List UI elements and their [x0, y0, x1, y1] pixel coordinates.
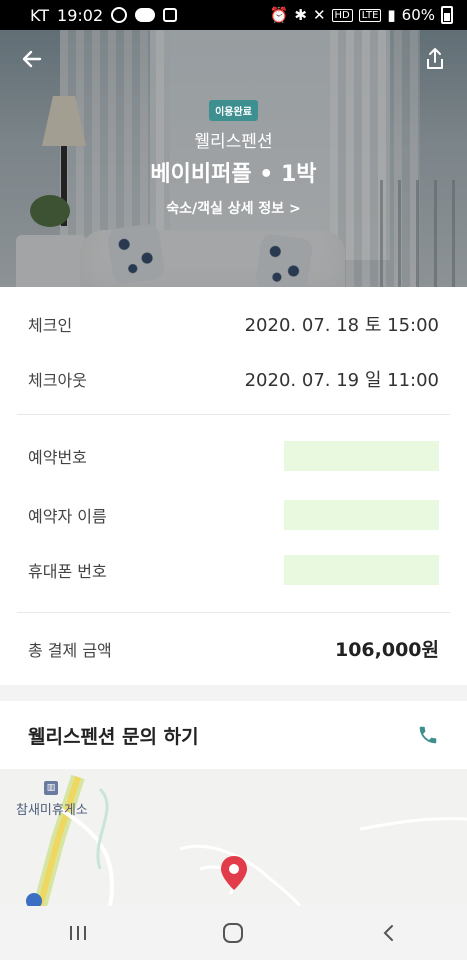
- back-nav-button[interactable]: [369, 913, 409, 953]
- home-icon: [223, 923, 244, 943]
- divider: [17, 612, 450, 613]
- chevron-left-icon: [383, 925, 394, 941]
- phone-label: 휴대폰 번호: [28, 562, 107, 581]
- hd-icon: HD: [331, 8, 353, 22]
- recent-apps-button[interactable]: [58, 913, 98, 953]
- inquiry-title: 웰리스펜션 문의 하기: [28, 725, 199, 748]
- clock-text: 19:02: [57, 5, 104, 25]
- gallery-icon: [163, 8, 178, 22]
- status-badge: 이용완료: [209, 100, 258, 121]
- map-poi-label: 참새미휴게소: [16, 803, 88, 818]
- total-payment-label: 총 결제 금액: [28, 640, 112, 660]
- arrow-left-icon: [22, 50, 42, 68]
- map-view[interactable]: ▥ 참새미휴게소: [0, 769, 467, 906]
- bus-stop-icon: [26, 893, 42, 906]
- divider: [17, 414, 450, 415]
- inquiry-row[interactable]: 웰리스펜션 문의 하기: [0, 701, 467, 769]
- checkin-label: 체크인: [28, 316, 73, 335]
- phone-row: 휴대폰 번호: [28, 555, 439, 585]
- reservation-number-row: 예약번호: [28, 441, 439, 471]
- reservation-number-redacted: [284, 441, 439, 471]
- home-button[interactable]: [213, 913, 253, 953]
- network-type: LTE: [358, 8, 382, 22]
- booking-details-card: 체크인 2020. 07. 18 토 15:00 체크아웃 2020. 07. …: [0, 287, 467, 685]
- battery-icon: [441, 6, 453, 24]
- share-icon: [427, 48, 443, 69]
- property-name: 웰리스펜션: [194, 132, 273, 152]
- phone-icon[interactable]: [417, 724, 439, 746]
- reservation-number-label: 예약번호: [28, 448, 87, 467]
- checkout-row: 체크아웃 2020. 07. 19 일 11:00: [28, 366, 439, 392]
- signal-icon: ▮: [387, 6, 396, 24]
- share-button[interactable]: [420, 44, 450, 74]
- bluetooth-icon: ✱: [294, 6, 307, 24]
- room-info: 베이비퍼플 • 1박: [150, 162, 317, 187]
- notification-icon: [111, 7, 128, 23]
- app-notification-icon: [135, 8, 156, 22]
- reserver-name-redacted: [284, 500, 439, 530]
- system-navigation-bar: [0, 906, 467, 960]
- checkin-value: 2020. 07. 18 토 15:00: [244, 315, 439, 336]
- battery-text: 60%: [401, 6, 435, 24]
- property-detail-link[interactable]: 숙소/객실 상세 정보 >: [0, 198, 467, 218]
- back-button[interactable]: [18, 44, 48, 74]
- reserver-name-label: 예약자 이름: [28, 507, 107, 526]
- hero-info: 이용완료 웰리스펜션 베이비퍼플 • 1박 숙소/객실 상세 정보 >: [0, 100, 467, 218]
- rest-area-icon: ▥: [44, 781, 58, 795]
- alarm-icon: ⏰: [269, 6, 289, 24]
- location-pin-icon: [221, 856, 247, 890]
- reserver-name-row: 예약자 이름: [28, 500, 439, 530]
- total-payment-value: 106,000원: [334, 639, 439, 661]
- recent-apps-icon: [69, 926, 86, 940]
- phone-redacted: [284, 555, 439, 585]
- mute-icon: ✕: [312, 6, 326, 24]
- carrier-text: KT: [30, 5, 50, 25]
- checkout-label: 체크아웃: [28, 371, 87, 390]
- checkin-row: 체크인 2020. 07. 18 토 15:00: [28, 311, 439, 337]
- checkout-value: 2020. 07. 19 일 11:00: [244, 370, 439, 391]
- total-payment-row: 총 결제 금액 106,000원: [28, 635, 439, 662]
- status-bar: KT 19:02 ⏰ ✱ ✕ HD LTE ▮ 60%: [0, 0, 467, 30]
